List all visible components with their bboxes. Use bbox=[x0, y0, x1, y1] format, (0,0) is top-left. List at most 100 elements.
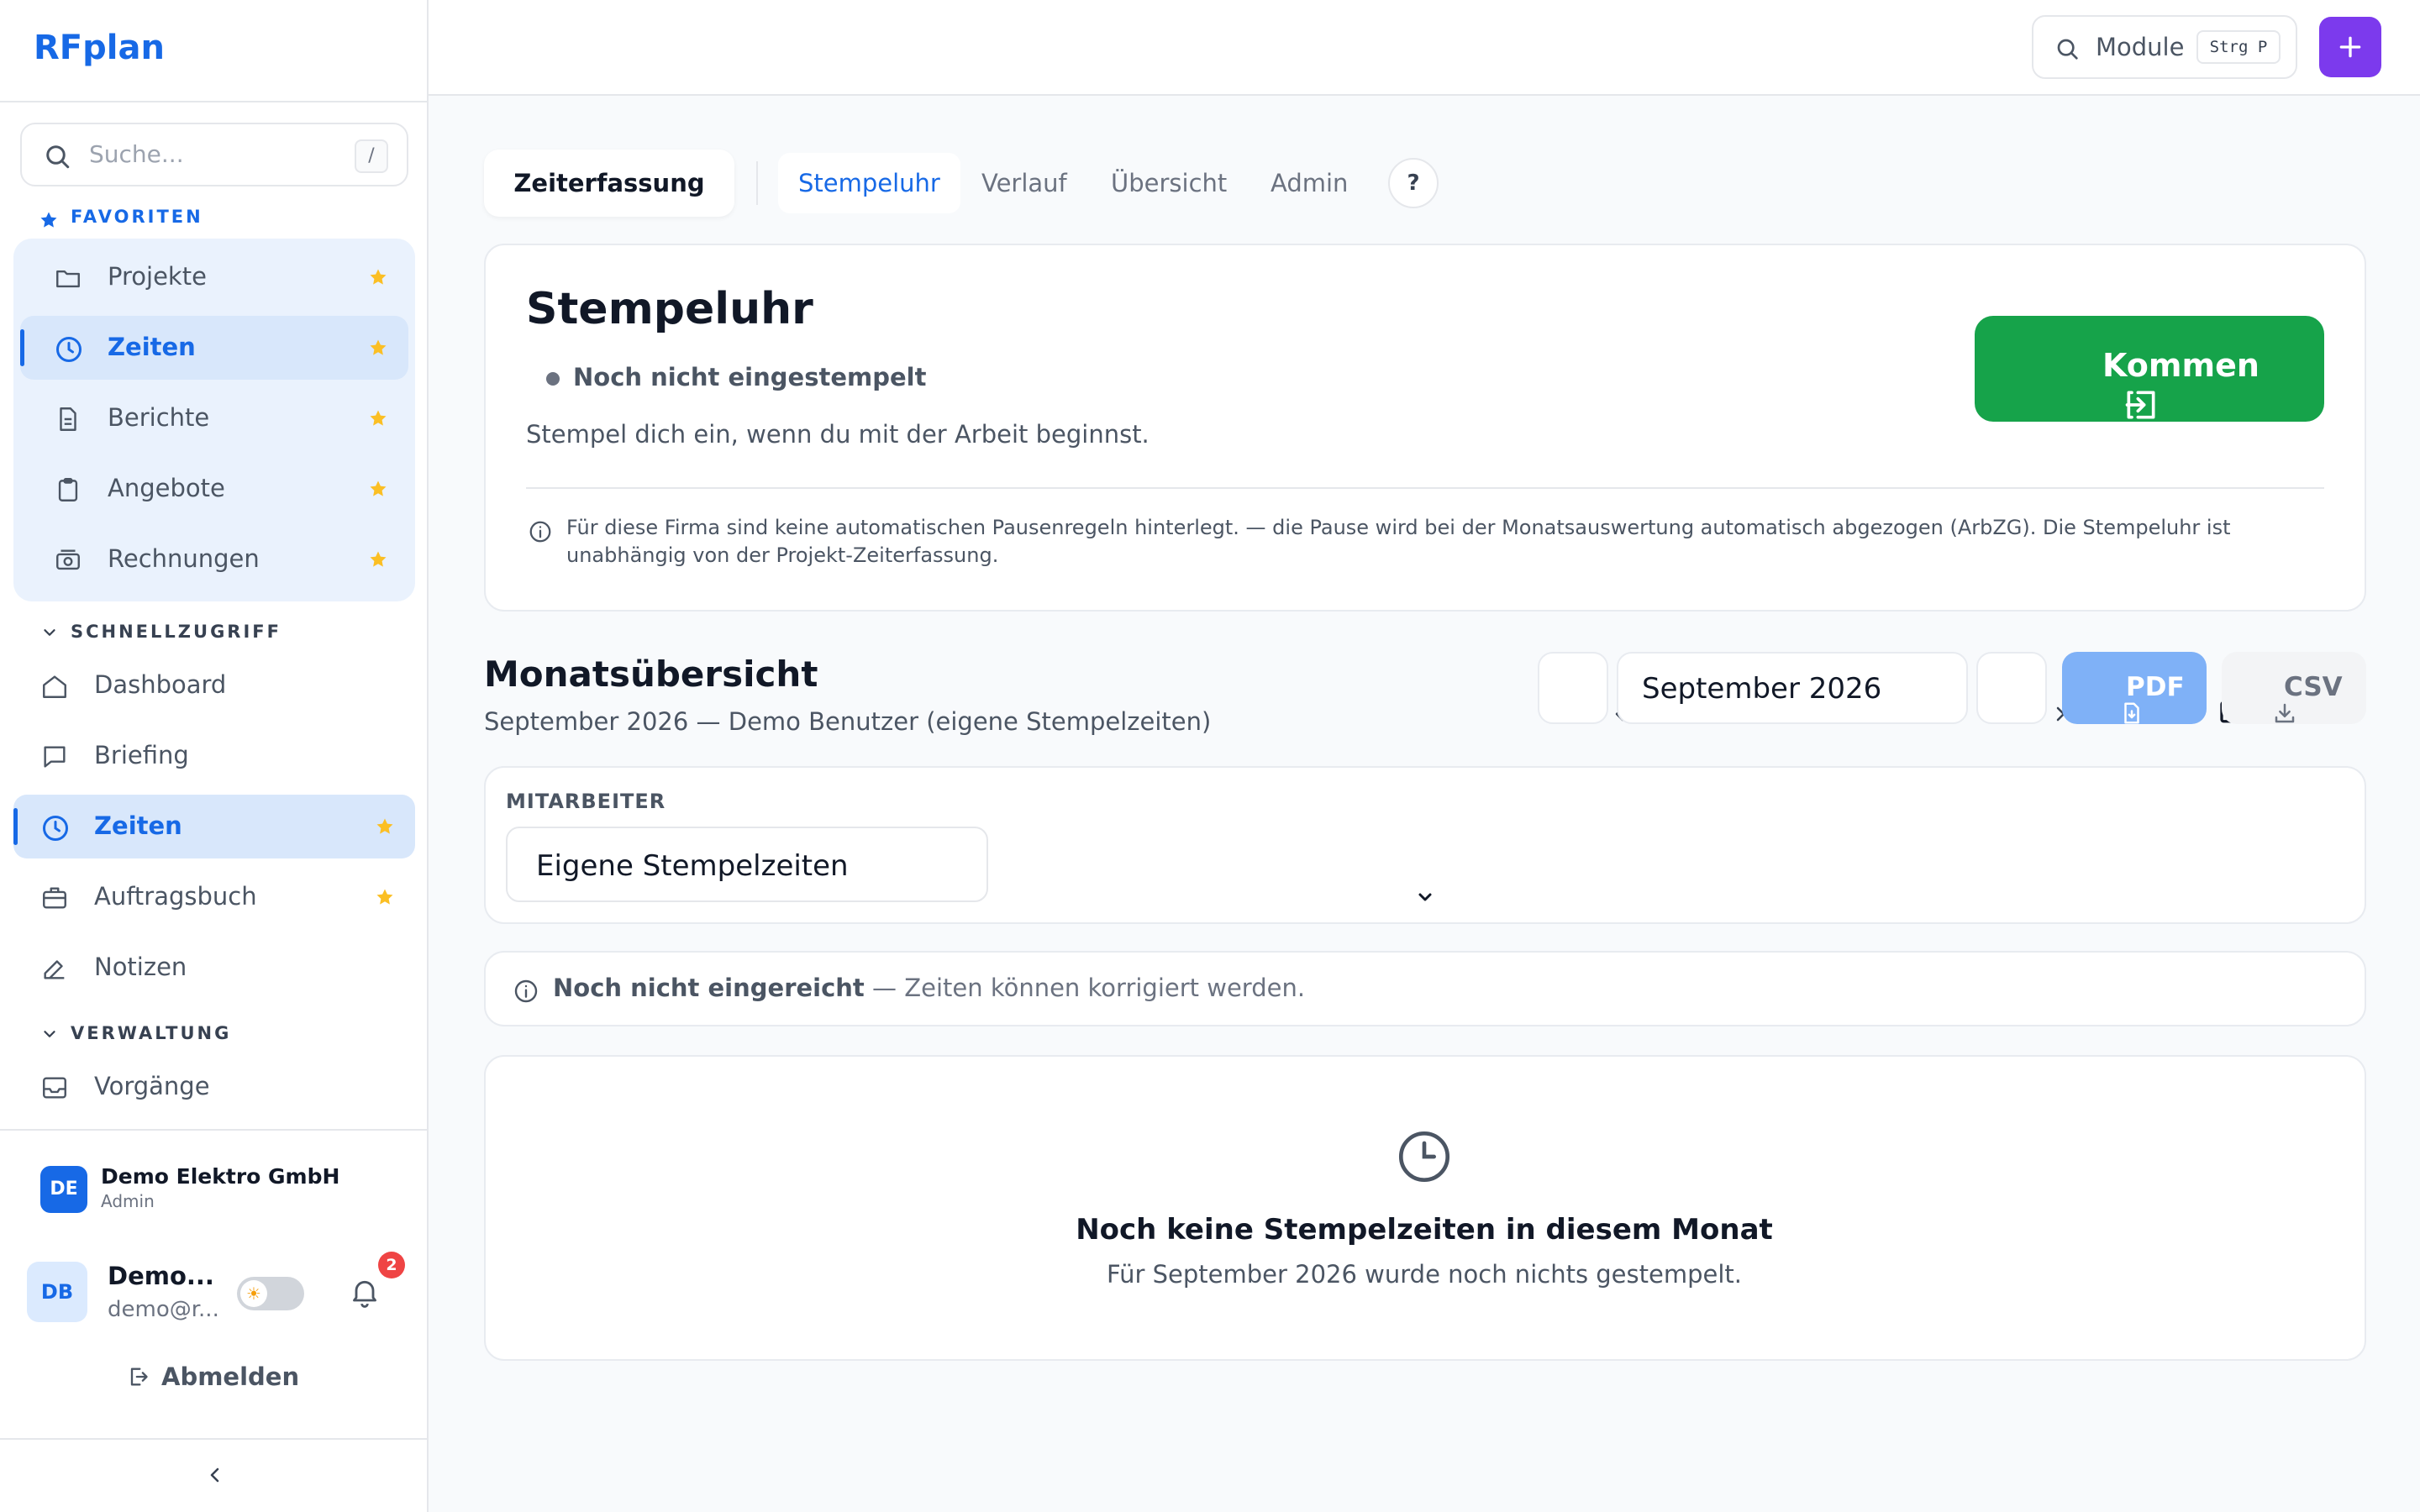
user-email: demo@r... bbox=[108, 1297, 219, 1322]
month-picker[interactable]: September 2026 bbox=[1617, 652, 2244, 724]
status-dot bbox=[546, 372, 560, 386]
sidebar-item-label: Auftragsbuch bbox=[94, 882, 257, 911]
sidebar-item-label: Projekte bbox=[108, 262, 207, 291]
info-icon bbox=[528, 519, 553, 544]
sidebar-item-label: Vorgänge bbox=[94, 1072, 210, 1100]
favorite-star-icon[interactable] bbox=[368, 338, 388, 358]
bell-icon[interactable] bbox=[348, 1275, 381, 1309]
monthly-subtitle: September 2026 — Demo Benutzer (eigene S… bbox=[484, 707, 1212, 736]
section-favorites[interactable]: FAVORITEN bbox=[71, 207, 203, 227]
sidebar-item-label: Zeiten bbox=[108, 333, 196, 361]
brand-logo[interactable]: RFplan bbox=[34, 29, 165, 67]
favorite-star-icon[interactable] bbox=[368, 479, 388, 499]
employee-select[interactable]: Eigene Stempelzeiten bbox=[506, 827, 1432, 902]
user-name[interactable]: Demo... bbox=[108, 1262, 214, 1290]
tab-verlauf[interactable]: Verlauf bbox=[981, 153, 1067, 213]
topbar: Module Strg P bbox=[429, 0, 2420, 96]
chevron-down-icon[interactable] bbox=[40, 623, 59, 642]
monthly-title: Monatsübersicht bbox=[484, 654, 818, 695]
search-icon bbox=[2054, 35, 2081, 62]
empty-state-title: Noch keine Stempelzeiten in diesem Monat bbox=[1076, 1213, 1773, 1247]
sidebar-item-label: Dashboard bbox=[94, 670, 227, 699]
submission-status-label: Noch nicht eingereicht bbox=[553, 974, 865, 1002]
clock-icon bbox=[40, 813, 71, 843]
sidebar-item-angebote[interactable]: Angebote bbox=[20, 457, 408, 521]
search-icon bbox=[42, 141, 72, 171]
empty-state-card bbox=[484, 1055, 2366, 1361]
module-title[interactable]: Zeiterfassung bbox=[484, 150, 734, 217]
next-month-button[interactable] bbox=[1976, 652, 2065, 724]
prev-month-button[interactable] bbox=[1538, 652, 1624, 724]
sidebar-item-auftragsbuch[interactable]: Auftragsbuch bbox=[13, 865, 415, 929]
chevron-left-icon[interactable] bbox=[205, 1465, 225, 1485]
sidebar-item-zeiten[interactable]: Zeiten bbox=[13, 795, 415, 858]
favorite-star-icon[interactable] bbox=[368, 408, 388, 428]
section-schnellzugriff[interactable]: SCHNELLZUGRIFF bbox=[71, 622, 281, 642]
chat-icon bbox=[40, 743, 69, 771]
submission-status: Noch nicht eingereicht — Zeiten können k… bbox=[553, 974, 1305, 1002]
clock-hint: Stempel dich ein, wenn du mit der Arbeit… bbox=[526, 420, 1150, 449]
module-search-button[interactable]: Module Strg P bbox=[2032, 15, 2297, 79]
inbox-icon bbox=[40, 1074, 69, 1102]
sidebar-item-notizen[interactable]: Notizen bbox=[13, 936, 415, 1000]
search-shortcut: / bbox=[355, 139, 388, 173]
kommen-button[interactable]: Kommen bbox=[1975, 316, 2324, 422]
sidebar-item-vorgaenge[interactable]: Vorgänge bbox=[13, 1055, 415, 1119]
sidebar-item-label: Briefing bbox=[94, 741, 189, 769]
sidebar-item-dashboard[interactable]: Dashboard bbox=[13, 654, 415, 717]
favorite-star-icon[interactable] bbox=[375, 816, 395, 837]
notification-badge: 2 bbox=[378, 1252, 405, 1278]
folder-icon bbox=[54, 264, 82, 292]
add-button[interactable] bbox=[2319, 17, 2381, 77]
pause-rules-info: Für diese Firma sind keine automatischen… bbox=[566, 516, 2231, 567]
csv-export-button[interactable]: CSV bbox=[2222, 652, 2366, 724]
company-avatar[interactable]: DE bbox=[40, 1166, 87, 1213]
sidebar-search[interactable]: Suche... / bbox=[20, 123, 408, 186]
sidebar-item-projekte[interactable]: Projekte bbox=[20, 245, 408, 309]
section-verwaltung[interactable]: VERWALTUNG bbox=[71, 1023, 231, 1043]
search-input[interactable]: Suche... bbox=[89, 140, 184, 168]
chevron-down-icon[interactable] bbox=[40, 1025, 59, 1043]
clock-icon bbox=[1395, 1127, 1454, 1186]
sidebar-item-label: Berichte bbox=[108, 403, 210, 432]
sidebar-divider bbox=[0, 1129, 427, 1131]
info-icon bbox=[513, 978, 539, 1005]
logout-button[interactable]: Abmelden bbox=[126, 1362, 299, 1391]
favorite-star-icon[interactable] bbox=[368, 267, 388, 287]
sidebar: RFplan Suche... / FAVORITEN Projekte Zei… bbox=[0, 0, 429, 1512]
sidebar-item-zeiten-favorite[interactable]: Zeiten bbox=[20, 316, 408, 380]
theme-toggle[interactable]: ☀ bbox=[237, 1277, 304, 1310]
sidebar-divider bbox=[0, 101, 427, 102]
company-name[interactable]: Demo Elektro GmbH bbox=[101, 1164, 339, 1189]
month-value: September 2026 bbox=[1642, 672, 1882, 706]
employee-select-value: Eigene Stempelzeiten bbox=[536, 849, 849, 883]
card-divider bbox=[526, 487, 2324, 489]
module-shortcut: Strg P bbox=[2196, 30, 2281, 64]
stempeluhr-title: Stempeluhr bbox=[526, 284, 813, 334]
tab-admin[interactable]: Admin bbox=[1270, 153, 1348, 213]
file-icon bbox=[54, 405, 82, 433]
employee-label: MITARBEITER bbox=[506, 790, 666, 813]
help-button[interactable]: ? bbox=[1388, 158, 1439, 208]
sidebar-item-briefing[interactable]: Briefing bbox=[13, 724, 415, 788]
cash-icon bbox=[54, 546, 82, 575]
clock-icon bbox=[54, 334, 84, 365]
sidebar-item-label: Zeiten bbox=[94, 811, 182, 840]
csv-label: CSV bbox=[2284, 672, 2343, 702]
clipboard-icon bbox=[54, 475, 82, 504]
tab-uebersicht[interactable]: Übersicht bbox=[1111, 153, 1227, 213]
clock-status: Noch nicht eingestempelt bbox=[573, 363, 927, 391]
tab-stempeluhr[interactable]: Stempeluhr bbox=[778, 153, 960, 213]
pdf-export-button[interactable]: PDF bbox=[2062, 652, 2207, 724]
sidebar-item-berichte[interactable]: Berichte bbox=[20, 386, 408, 450]
avatar[interactable]: DB bbox=[27, 1262, 87, 1322]
favorite-star-icon[interactable] bbox=[368, 549, 388, 570]
sun-icon: ☀ bbox=[240, 1280, 267, 1307]
favorite-star-icon[interactable] bbox=[375, 887, 395, 907]
empty-state-subtitle: Für September 2026 wurde noch nichts ges… bbox=[1107, 1260, 1742, 1289]
logout-icon bbox=[126, 1365, 150, 1389]
sidebar-item-rechnungen[interactable]: Rechnungen bbox=[20, 528, 408, 591]
tab-divider bbox=[756, 161, 758, 205]
sidebar-item-label: Angebote bbox=[108, 474, 225, 502]
company-role: Admin bbox=[101, 1191, 155, 1211]
